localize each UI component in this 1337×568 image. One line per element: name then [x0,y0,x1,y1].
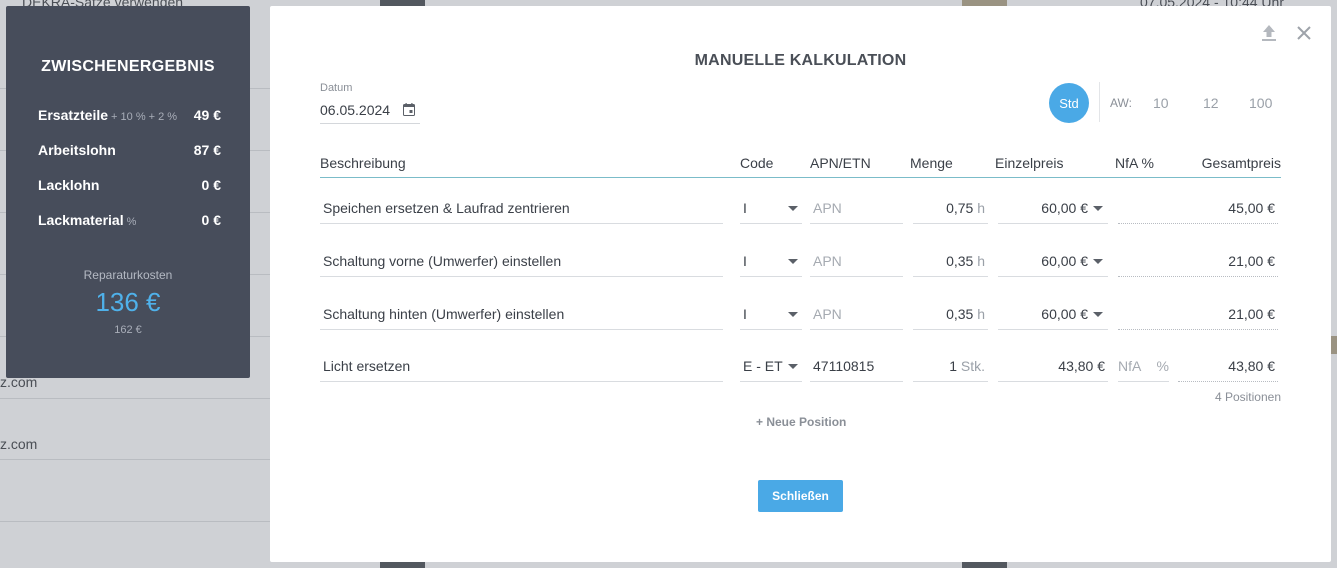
chevron-down-icon [788,312,798,317]
total-price-field: 43,80 € [1178,352,1278,382]
background-block [380,562,425,568]
chevron-down-icon [788,364,798,369]
table-row: Schaltung hinten (Umwerfer) einstellen I… [320,300,1281,330]
description-input[interactable]: Schaltung hinten (Umwerfer) einstellen [320,300,723,330]
close-button[interactable]: Schließen [758,480,843,512]
column-header-gesamtpreis: Gesamtpreis [1201,155,1281,171]
code-select[interactable]: I [740,247,802,277]
aw-option-12[interactable]: 12 [1203,95,1219,111]
quantity-input[interactable]: 0,35 h [913,247,988,277]
background-divider [0,459,275,460]
code-select[interactable]: E - ET [740,352,802,382]
date-label: Datum [320,82,353,94]
column-header-menge: Menge [910,155,953,171]
summary-value: 87 € [193,142,221,158]
total-price-field: 21,00 € [1118,300,1278,330]
repair-cost-value: 136 € [95,287,161,317]
code-select[interactable]: I [740,300,802,330]
unit-price-select[interactable]: 60,00 € [998,247,1108,277]
summary-label: Lacklohn [38,177,100,193]
summary-label: Lackmaterial [38,212,124,228]
column-header-einzelpreis: Einzelpreis [995,155,1064,171]
summary-row-lacklohn: Lacklohn 0 € [38,177,221,193]
chevron-down-icon [1093,312,1103,317]
apn-input[interactable]: APN [810,247,903,277]
date-field[interactable]: 06.05.2024 [320,100,420,124]
summary-value: 0 € [201,212,221,228]
chevron-down-icon [1093,206,1103,211]
summary-hint: + 10 % + 2 % [111,111,178,123]
background-divider [0,398,275,399]
apn-input[interactable]: APN [810,194,903,224]
etn-input[interactable]: 47110815 [810,352,903,382]
total-price-field: 45,00 € [1118,194,1278,224]
summary-row-ersatzteile: Ersatzteile + 10 % + 2 % 49 € [38,107,221,123]
background-divider [0,521,275,522]
background-email: z.com [0,436,38,452]
new-position-button[interactable]: + Neue Position [756,415,846,429]
manual-calculation-modal: MANUELLE KALKULATION Datum 06.05.2024 St… [270,6,1331,562]
summary-hint: % [126,216,137,228]
summary-row-lackmaterial: Lackmaterial% 0 € [38,212,221,228]
total-price-field: 21,00 € [1118,247,1278,277]
repair-cost-label: Reparaturkosten [83,268,173,282]
summary-row-arbeitslohn: Arbeitslohn 87 € [38,142,221,158]
unit-price-select[interactable]: 60,00 € [998,300,1108,330]
date-value: 06.05.2024 [320,102,391,118]
summary-value: 0 € [201,177,221,193]
background-block [962,562,1007,568]
upload-icon[interactable] [1260,23,1278,43]
unit-price-input[interactable]: 43,80 € [998,352,1108,382]
quantity-input[interactable]: 0,75 h [913,194,988,224]
summary-value: 49 € [193,107,221,123]
aw-option-100[interactable]: 100 [1249,95,1272,111]
column-header-apn: APN/ETN [810,155,871,171]
table-row: Schaltung vorne (Umwerfer) einstellen I … [320,247,1281,277]
chevron-down-icon [1093,259,1103,264]
table-row: Speichen ersetzen & Laufrad zentrieren I… [320,194,1281,224]
code-select[interactable]: I [740,194,802,224]
nfa-input[interactable]: NfA% [1118,352,1169,382]
column-header-beschreibung: Beschreibung [320,155,406,171]
divider [1099,82,1100,122]
background-block [1331,336,1337,354]
summary-label: Ersatzteile [38,107,109,123]
repair-cost-sub-value: 162 € [114,324,142,336]
quantity-input[interactable]: 1 Stk. [913,352,988,382]
modal-title: MANUELLE KALKULATION [694,52,907,69]
description-input[interactable]: Schaltung vorne (Umwerfer) einstellen [320,247,723,277]
column-header-nfa: NfA % [1115,155,1154,171]
calendar-icon[interactable] [403,103,415,116]
description-input[interactable]: Speichen ersetzen & Laufrad zentrieren [320,194,723,224]
table-header: Beschreibung Code APN/ETN Menge Einzelpr… [320,154,1281,178]
summary-panel: ZWISCHENERGEBNIS Ersatzteile + 10 % + 2 %… [6,6,250,378]
chevron-down-icon [788,206,798,211]
close-icon[interactable] [1295,24,1313,42]
summary-title: ZWISCHENERGEBNIS [41,58,215,75]
std-toggle-button[interactable]: Std [1049,83,1089,123]
aw-option-10[interactable]: 10 [1153,95,1169,111]
positions-count: 4 Positionen [1214,390,1281,404]
table-row: Licht ersetzen E - ET 47110815 1 Stk. 43… [320,352,1281,382]
apn-input[interactable]: APN [810,300,903,330]
aw-label: AW: [1110,96,1133,110]
summary-label: Arbeitslohn [38,142,116,158]
quantity-input[interactable]: 0,35 h [913,300,988,330]
description-input[interactable]: Licht ersetzen [320,352,723,382]
unit-price-select[interactable]: 60,00 € [998,194,1108,224]
chevron-down-icon [788,259,798,264]
column-header-code: Code [740,155,774,171]
